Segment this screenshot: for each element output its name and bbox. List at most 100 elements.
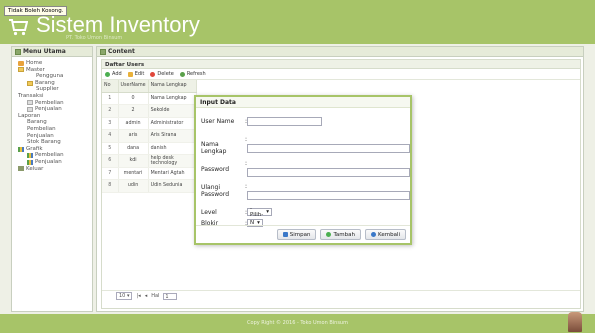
header: Tidak Boleh Kosong. Sistem Inventory PT.… [0,0,595,44]
cell-username: admin [118,117,149,130]
delete-button[interactable]: Delete [150,71,174,77]
doc-icon [27,100,33,106]
copyright-text: Copy Right © 2016 - Toko Umon Binsum [247,320,348,326]
colon: : [245,183,248,190]
panel-icon [100,48,106,55]
prev-page-icon[interactable]: ◂ [145,293,148,299]
username-input[interactable] [247,117,322,126]
username-label: User Name [201,118,235,125]
simpan-button[interactable]: Simpan [276,229,317,240]
cell-no: 8 [102,179,119,193]
table-row[interactable]: 5 dana danish [102,142,197,155]
menu-pengguna[interactable]: Pengguna [18,73,92,80]
table-row[interactable]: 4 aris Aris Sirana [102,129,197,143]
menu-grafik-pembelian[interactable]: Pembelian [18,152,92,159]
chart-icon [27,153,33,159]
menu-label: Laporan [18,112,41,119]
pagination-bar: 10 ▾ |◂ ◂ Hal 1 [102,290,580,301]
cell-no: 4 [102,129,119,143]
cell-no: 3 [102,117,119,130]
level-select[interactable]: -Pilih- ▾ [247,206,273,218]
menu-transaksi[interactable]: Transaksi [18,93,92,100]
menu-keluar[interactable]: Keluar [18,166,92,173]
cell-nama: Administrator [148,117,197,130]
cell-username: udin [118,179,149,193]
content-title: Content [108,48,135,55]
tambah-label: Tambah [333,231,355,238]
menu-laporan-stok[interactable]: Stok Barang [18,139,92,146]
page-size-select[interactable]: 10 ▾ [116,292,133,300]
password-label: Password [201,166,230,173]
menu-laporan-pembelian[interactable]: Pembelian [18,126,92,133]
table-row[interactable]: 2 2 Sekolde [102,104,197,118]
input-data-dialog: Input Data User Name : Nama Lengkap : Pa… [194,95,412,245]
chevron-down-icon: ▾ [266,209,270,215]
save-icon [282,232,288,237]
dialog-footer: Simpan Tambah Kembali [196,225,410,243]
delete-label: Delete [157,71,174,77]
add-button[interactable]: Add [105,71,122,77]
refresh-button[interactable]: Refresh [179,71,206,77]
menu-laporan-barang[interactable]: Barang [18,119,92,126]
sidebar: Menu Utama Home Master Pengguna Barang S… [11,46,93,312]
folder-icon [18,67,24,73]
table-row[interactable]: 1 0 Nama Lengkap [102,92,197,105]
level-label: Level [201,209,217,216]
menu-label: Supplier [36,86,59,93]
menu-laporan[interactable]: Laporan [18,113,92,120]
menu-penjualan[interactable]: Penjualan [18,106,92,113]
add-label: Add [112,71,122,77]
first-page-icon[interactable]: |◂ [136,293,140,299]
kembali-button[interactable]: Kembali [365,229,406,240]
ulangi-password-input[interactable] [247,191,410,200]
menu-grafik[interactable]: Grafik [18,146,92,153]
page-number-value: 1 [165,293,169,300]
menu-supplier[interactable]: Supplier [18,86,92,93]
cell-no: 6 [102,154,119,168]
menu-label: Pengguna [36,73,64,80]
tambah-button[interactable]: Tambah [320,229,361,240]
refresh-icon [179,71,185,77]
col-no[interactable]: No [102,80,119,93]
level-value: -Pilih- [250,206,264,218]
cell-username: dana [118,142,149,155]
table-row[interactable]: 6 kdi help desk technology [102,154,197,168]
cell-no: 2 [102,104,119,118]
menu-pembelian[interactable]: Pembelian [18,100,92,107]
grid-toolbar: Add Edit Delete Refresh [102,69,580,80]
menu-label: Stok Barang [27,139,61,146]
page-number-input[interactable]: 1 [163,292,178,300]
exit-icon [18,166,24,172]
menu-grafik-penjualan[interactable]: Penjualan [18,159,92,166]
folder-icon [27,80,33,86]
cell-nama: Mentari Agtah [148,167,197,180]
cell-username: aris [118,129,149,143]
table-row[interactable]: 3 admin Administrator [102,117,197,130]
nama-lengkap-input[interactable] [247,144,410,153]
col-nama-lengkap[interactable]: Nama Lengkap [148,80,197,93]
menu-label: Grafik [26,145,43,152]
dialog-title: Input Data [196,97,410,108]
menu-master[interactable]: Master [18,67,92,74]
colon: : [245,136,248,143]
sidebar-title: Menu Utama [23,48,66,55]
table-row[interactable]: 8 udin Udin Sedunia [102,179,197,193]
panel-icon [15,48,21,55]
users-table: No UserName Nama Lengkap 1 0 Nama Lengkap … [102,80,197,193]
menu-label: Home [26,60,43,66]
edit-button[interactable]: Edit [127,71,144,77]
menu-home[interactable]: Home [18,60,92,67]
app-window: Tidak Boleh Kosong. Sistem Inventory PT.… [0,0,595,333]
password-input[interactable] [247,168,410,177]
menu-barang[interactable]: Barang [18,80,92,87]
cell-nama: Udin Sedunia [148,179,197,193]
table-row[interactable]: 7 mentari Mentari Agtah [102,167,197,180]
menu-laporan-penjualan[interactable]: Penjualan [18,133,92,140]
table-header-row: No UserName Nama Lengkap [102,80,197,93]
app-subtitle: PT. Toko Umon Binsum [66,35,123,41]
menu-label: Transaksi [18,92,44,99]
menu-label: Barang [27,119,47,126]
menu-label: Pembelian [35,152,64,159]
col-username[interactable]: UserName [118,80,149,93]
doc-icon [27,106,33,112]
